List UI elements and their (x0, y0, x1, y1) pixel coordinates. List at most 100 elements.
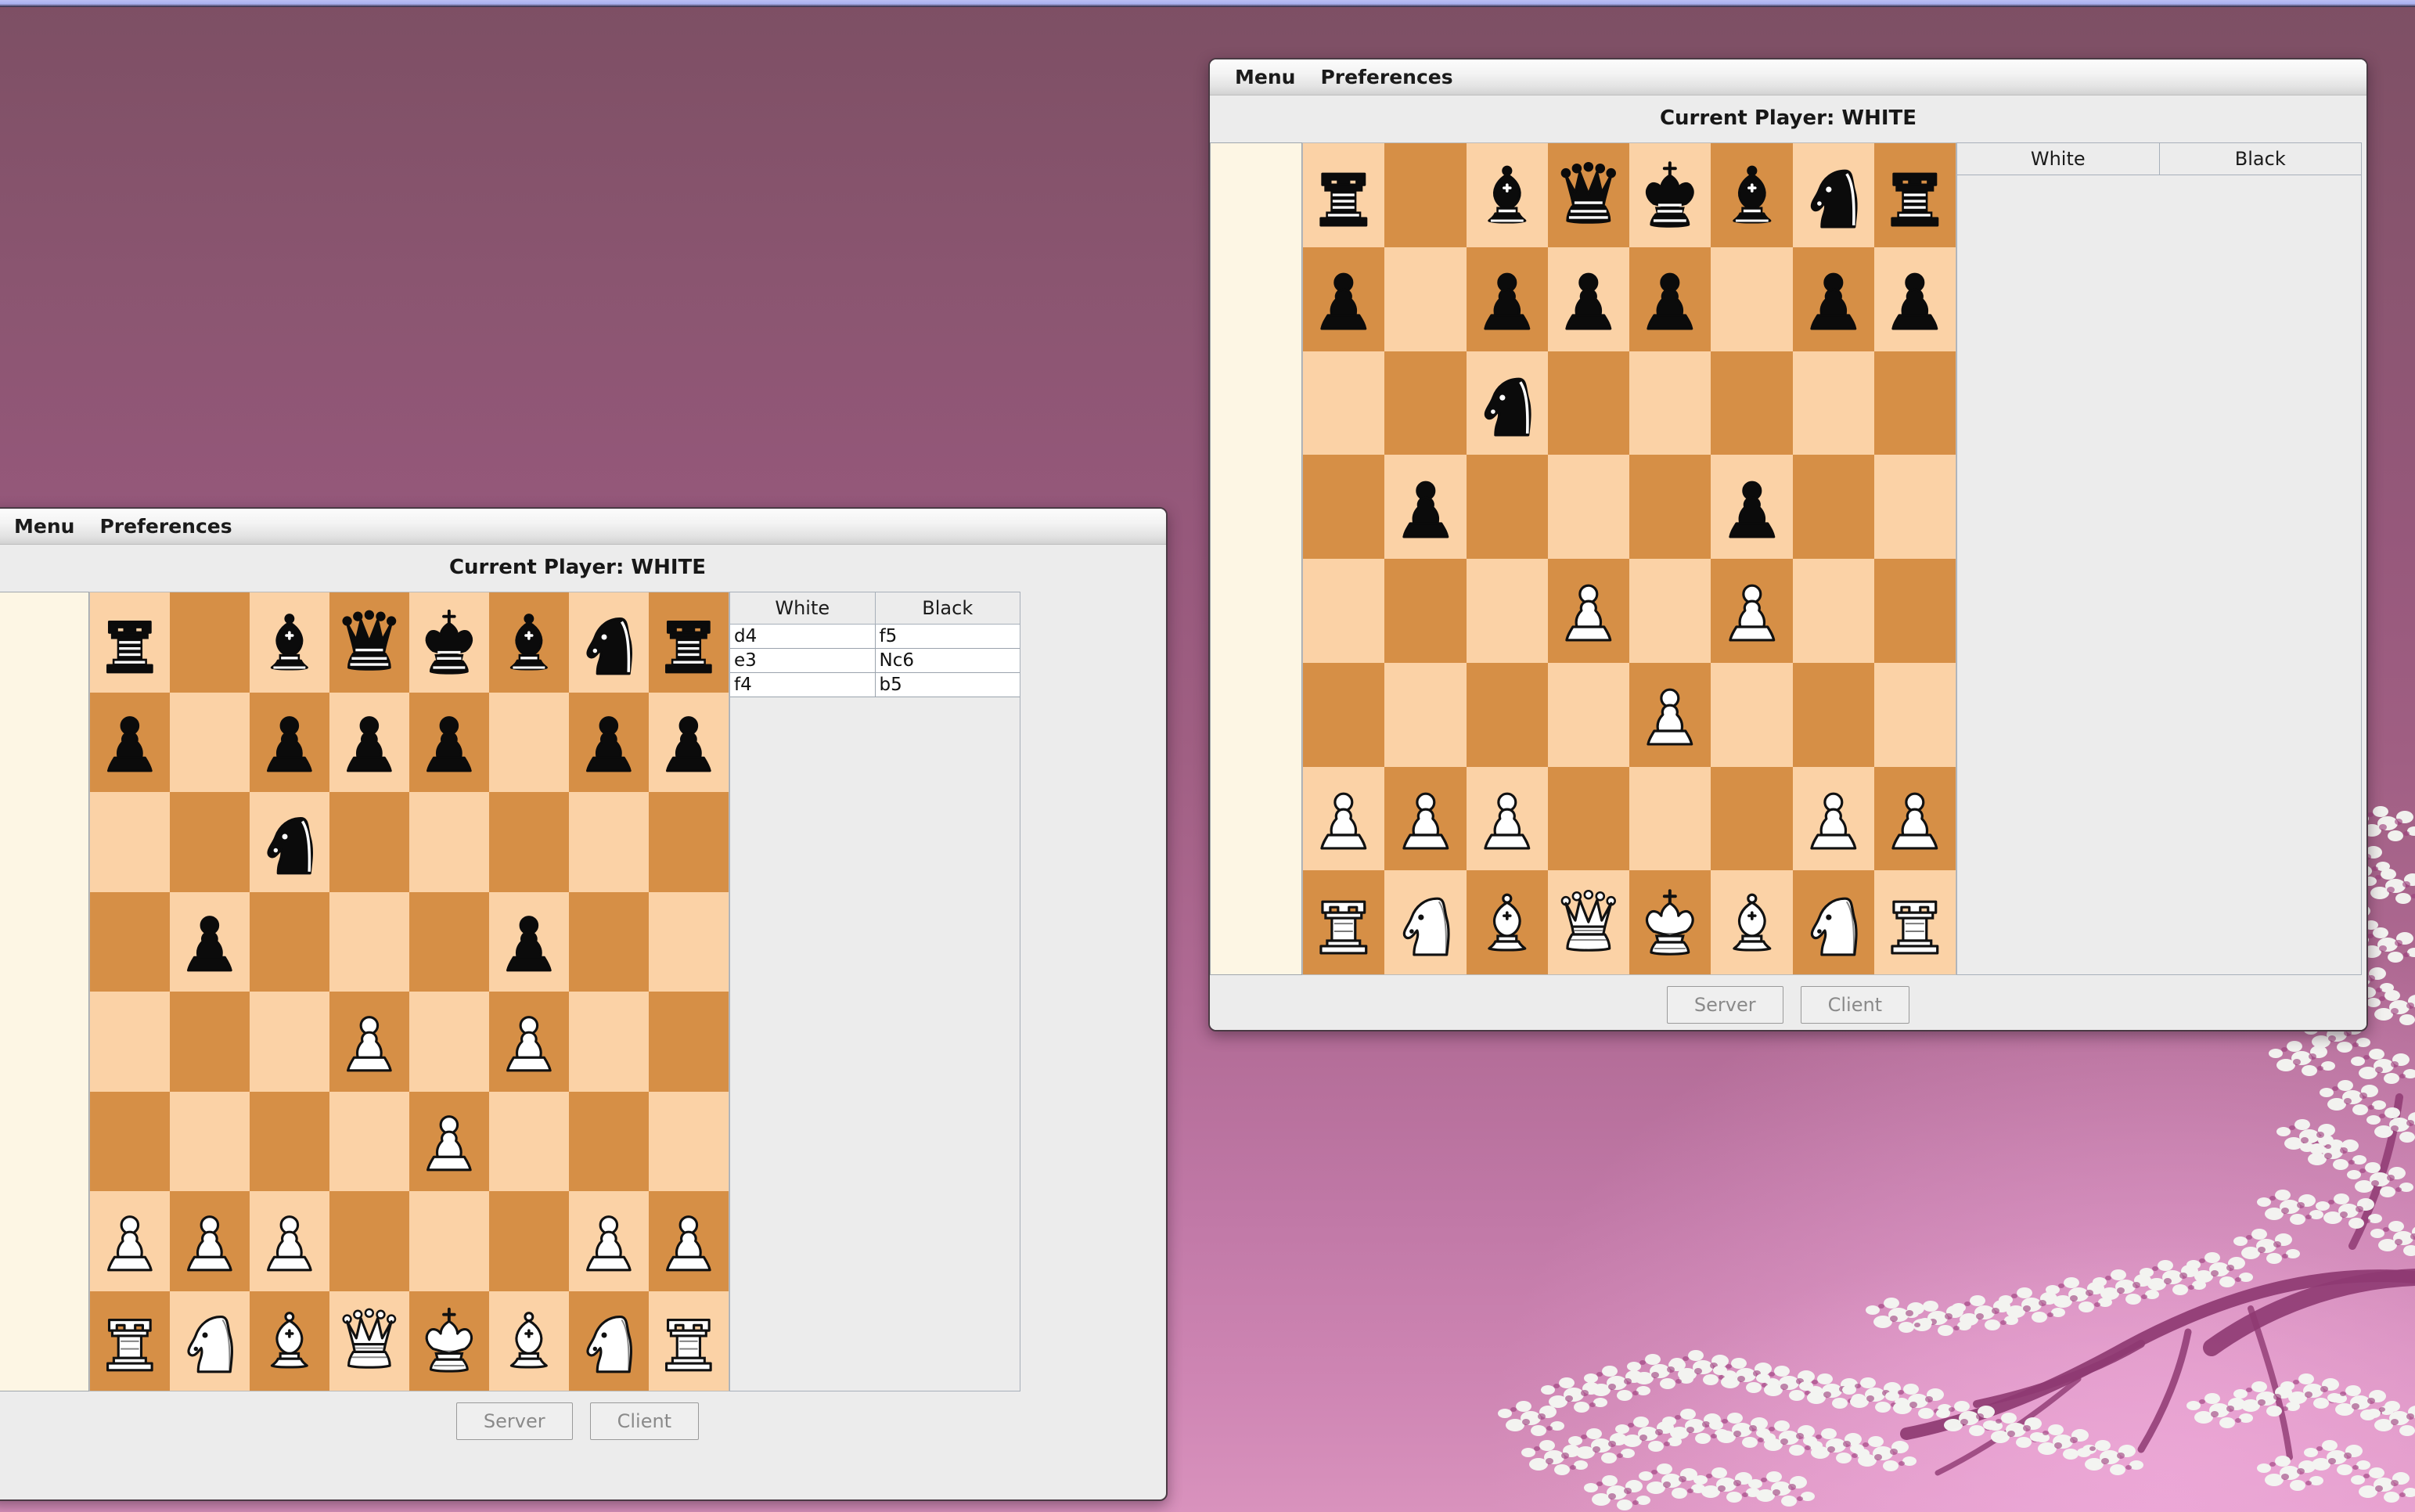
board-square-h8[interactable] (1874, 143, 1956, 247)
board-square-h2[interactable] (1874, 767, 1956, 871)
black-king-icon[interactable] (409, 592, 489, 693)
white-bishop-icon[interactable] (1711, 870, 1792, 974)
board-square-c3[interactable] (250, 1092, 329, 1192)
black-bishop-icon[interactable] (1467, 143, 1548, 247)
board-square-a2[interactable] (90, 1191, 170, 1291)
black-pawn-icon[interactable] (170, 892, 250, 992)
board-square-g6[interactable] (569, 792, 649, 892)
client-button[interactable]: Client (590, 1402, 699, 1440)
black-pawn-icon[interactable] (90, 693, 170, 793)
move-table-row[interactable]: e3Nc6 (730, 649, 1020, 673)
white-pawn-icon[interactable] (90, 1191, 170, 1291)
black-queen-icon[interactable] (329, 592, 409, 693)
board-square-b8[interactable] (1384, 143, 1466, 247)
board-square-h6[interactable] (649, 792, 729, 892)
board-square-c5[interactable] (1467, 455, 1548, 559)
board-square-h7[interactable] (649, 693, 729, 793)
board-square-d2[interactable] (329, 1191, 409, 1291)
black-pawn-icon[interactable] (569, 693, 649, 793)
board-square-d3[interactable] (1548, 663, 1629, 767)
black-pawn-icon[interactable] (1548, 247, 1629, 351)
server-button[interactable]: Server (456, 1402, 573, 1440)
board-square-e5[interactable] (1629, 455, 1711, 559)
board-square-d4[interactable] (329, 992, 409, 1092)
board-square-c2[interactable] (1467, 767, 1548, 871)
board-square-e4[interactable] (1629, 559, 1711, 663)
board-square-a7[interactable] (90, 693, 170, 793)
board-square-c6[interactable] (250, 792, 329, 892)
menu-preferences[interactable]: Preferences (87, 515, 244, 538)
white-queen-icon[interactable] (1548, 870, 1629, 974)
white-rook-icon[interactable] (1303, 870, 1384, 974)
board-square-a5[interactable] (1303, 455, 1384, 559)
board-square-e7[interactable] (409, 693, 489, 793)
board-square-h8[interactable] (649, 592, 729, 693)
board-square-f1[interactable] (1711, 870, 1792, 974)
board-square-h6[interactable] (1874, 351, 1956, 455)
white-pawn-icon[interactable] (1303, 767, 1384, 871)
board-square-e1[interactable] (409, 1291, 489, 1391)
board-square-g1[interactable] (1793, 870, 1874, 974)
board-square-b1[interactable] (170, 1291, 250, 1391)
board-square-b6[interactable] (170, 792, 250, 892)
board-square-e3[interactable] (409, 1092, 489, 1192)
black-rook-icon[interactable] (1303, 143, 1384, 247)
board-square-f7[interactable] (489, 693, 569, 793)
board-square-a4[interactable] (1303, 559, 1384, 663)
board-square-e6[interactable] (1629, 351, 1711, 455)
board-square-c3[interactable] (1467, 663, 1548, 767)
black-knight-icon[interactable] (569, 592, 649, 693)
board-square-d3[interactable] (329, 1092, 409, 1192)
black-king-icon[interactable] (1629, 143, 1711, 247)
board-square-g6[interactable] (1793, 351, 1874, 455)
black-rook-icon[interactable] (90, 592, 170, 693)
black-rook-icon[interactable] (1874, 143, 1956, 247)
white-rook-icon[interactable] (649, 1291, 729, 1391)
board-square-f4[interactable] (1711, 559, 1792, 663)
board-square-e5[interactable] (409, 892, 489, 992)
white-pawn-icon[interactable] (1384, 767, 1466, 871)
board-square-h5[interactable] (1874, 455, 1956, 559)
board-square-a8[interactable] (1303, 143, 1384, 247)
black-pawn-icon[interactable] (1711, 455, 1792, 559)
board-square-e4[interactable] (409, 992, 489, 1092)
black-pawn-icon[interactable] (1629, 247, 1711, 351)
board-square-b8[interactable] (170, 592, 250, 693)
white-pawn-icon[interactable] (1467, 767, 1548, 871)
move-table-row[interactable]: f4b5 (730, 673, 1020, 697)
black-pawn-icon[interactable] (649, 693, 729, 793)
board-square-a1[interactable] (1303, 870, 1384, 974)
white-pawn-icon[interactable] (329, 992, 409, 1092)
board-square-g1[interactable] (569, 1291, 649, 1391)
board-square-d5[interactable] (1548, 455, 1629, 559)
board-square-c5[interactable] (250, 892, 329, 992)
board-square-a3[interactable] (1303, 663, 1384, 767)
black-queen-icon[interactable] (1548, 143, 1629, 247)
board-square-c7[interactable] (250, 693, 329, 793)
board-square-h1[interactable] (1874, 870, 1956, 974)
white-queen-icon[interactable] (329, 1291, 409, 1391)
white-knight-icon[interactable] (170, 1291, 250, 1391)
black-rook-icon[interactable] (649, 592, 729, 693)
board-square-d4[interactable] (1548, 559, 1629, 663)
board-square-g2[interactable] (569, 1191, 649, 1291)
chess-board[interactable] (1302, 142, 1956, 975)
board-square-a3[interactable] (90, 1092, 170, 1192)
board-square-b5[interactable] (1384, 455, 1466, 559)
board-square-b2[interactable] (1384, 767, 1466, 871)
board-square-h2[interactable] (649, 1191, 729, 1291)
white-pawn-icon[interactable] (1711, 559, 1792, 663)
board-square-d2[interactable] (1548, 767, 1629, 871)
board-square-b3[interactable] (1384, 663, 1466, 767)
white-bishop-icon[interactable] (489, 1291, 569, 1391)
white-pawn-icon[interactable] (409, 1092, 489, 1192)
black-pawn-icon[interactable] (409, 693, 489, 793)
board-square-f2[interactable] (489, 1191, 569, 1291)
black-pawn-icon[interactable] (489, 892, 569, 992)
board-square-d1[interactable] (1548, 870, 1629, 974)
board-square-g3[interactable] (1793, 663, 1874, 767)
menu-preferences[interactable]: Preferences (1308, 66, 1465, 88)
board-square-f3[interactable] (1711, 663, 1792, 767)
board-square-f6[interactable] (489, 792, 569, 892)
board-square-d8[interactable] (329, 592, 409, 693)
